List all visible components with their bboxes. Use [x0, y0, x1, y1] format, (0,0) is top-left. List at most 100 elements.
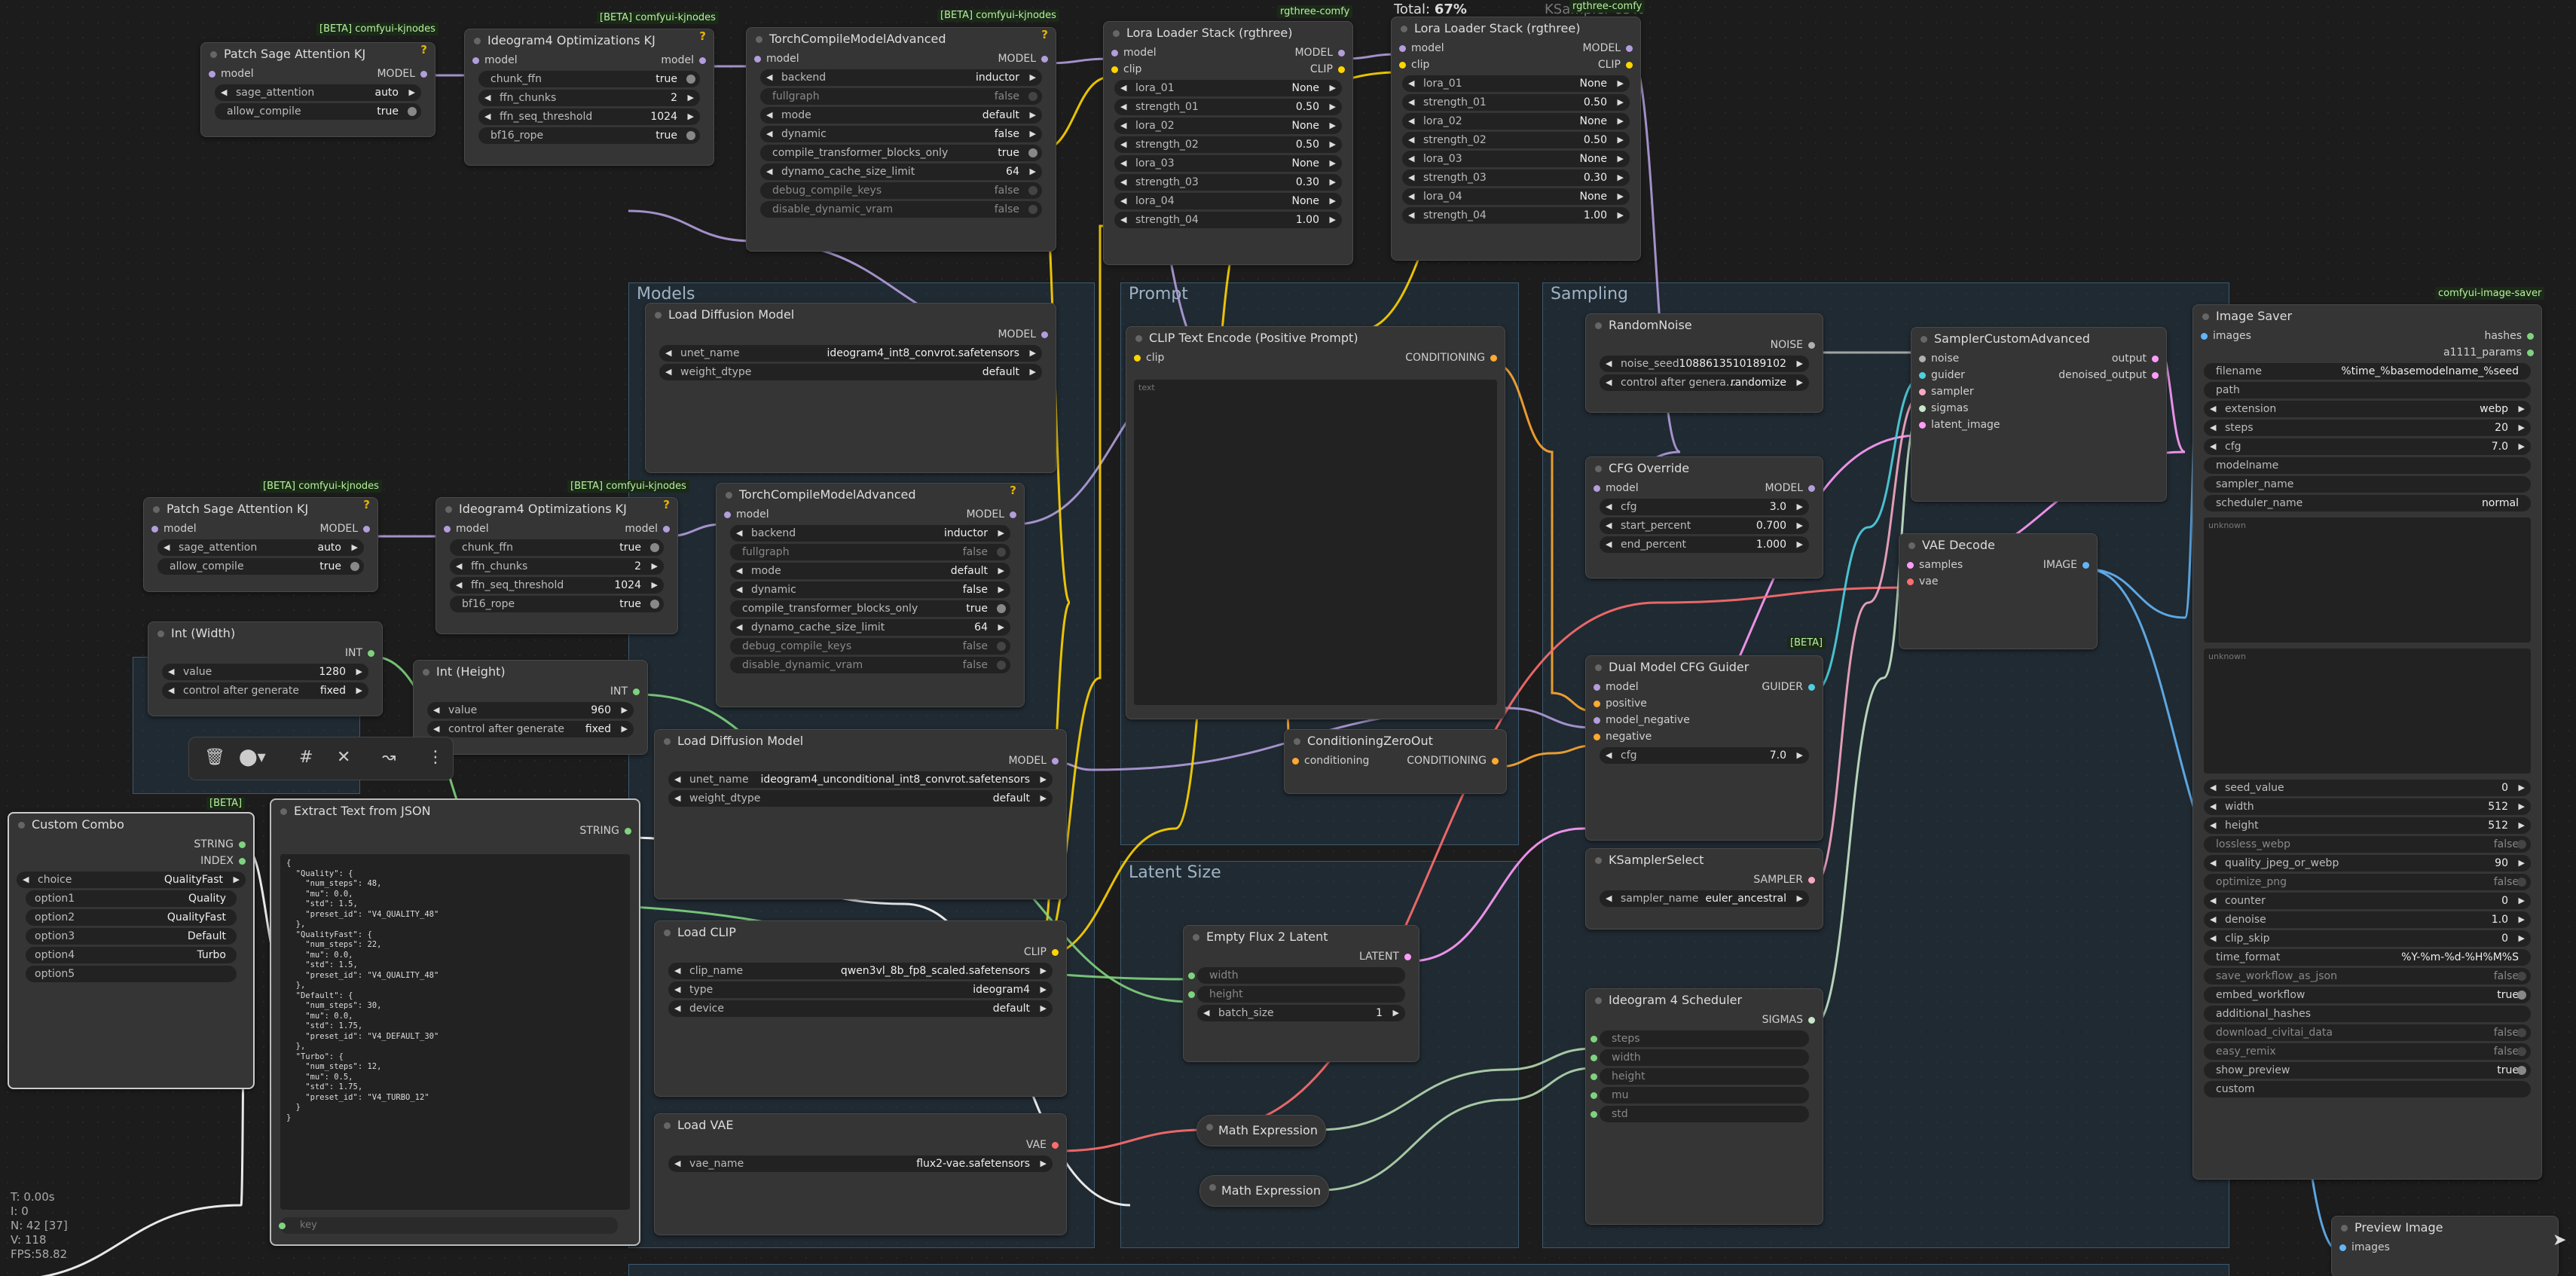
toggle-allow-compile[interactable]: allow_compile true: [215, 103, 421, 120]
input-socket[interactable]: [1919, 389, 1926, 395]
widget-value[interactable]: ◀ value 960 ▶: [427, 702, 634, 719]
widget-strength-04[interactable]: ◀ strength_04 1.00 ▶: [1402, 207, 1630, 224]
widget-show-preview[interactable]: show_preview true: [2204, 1062, 2531, 1079]
widget-control-after-generate[interactable]: ◀ control after generate fixed ▶: [427, 721, 634, 737]
node-torch-compile-advanced[interactable]: TorchCompileModelAdvanced? model MODEL ◀ b…: [716, 483, 1025, 707]
node-load-diffusion-model[interactable]: Load Diffusion Model MODEL ◀ unet_name ide…: [645, 303, 1056, 473]
prompt-text-area[interactable]: text: [1134, 380, 1497, 705]
widget-scheduler-name[interactable]: scheduler_name normal: [2204, 495, 2531, 511]
node-vae-decode[interactable]: VAE Decode samples IMAGE vae: [1899, 533, 2098, 649]
input-socket[interactable]: [472, 57, 479, 64]
input-socket[interactable]: [1907, 562, 1914, 569]
widget-cfg[interactable]: ◀ cfg 7.0 ▶: [1600, 747, 1809, 764]
unknown-text-area[interactable]: unknown: [2204, 517, 2531, 643]
node-ideogram4-optimizations[interactable]: Ideogram4 Optimizations KJ? model model c…: [464, 29, 714, 166]
help-icon[interactable]: ?: [420, 43, 427, 56]
output-socket[interactable]: [1052, 758, 1059, 765]
node-canvas[interactable]: Models Prompt Latent Size Sampling Total…: [0, 0, 2576, 1276]
widget-time-format[interactable]: time_format %Y-%m-%d-%H%M%S: [2204, 949, 2531, 966]
input-width[interactable]: width: [1188, 967, 1405, 984]
json-text-area[interactable]: { "Quality": { "num_steps": 48, "mu": 0.…: [280, 854, 630, 1210]
output-socket[interactable]: [1338, 66, 1345, 73]
output-socket[interactable]: [2082, 562, 2089, 569]
widget-lora-03[interactable]: ◀ lora_03 None ▶: [1114, 155, 1342, 172]
widget-control-after-generate[interactable]: ◀ control after genera... randomize ▶: [1600, 374, 1809, 391]
delete-icon[interactable]: 🗑: [204, 748, 225, 767]
input-option5[interactable]: option5: [26, 966, 237, 982]
widget-lora-01[interactable]: ◀ lora_01 None ▶: [1402, 75, 1630, 92]
toggle-debug-compile-keys[interactable]: debug_compile_keys false: [730, 638, 1010, 655]
input-option2[interactable]: option2 QualityFast: [26, 909, 237, 926]
widget-easy-remix[interactable]: easy_remix false: [2204, 1043, 2531, 1060]
widget-end-percent[interactable]: ◀ end_percent 1.000 ▶: [1600, 536, 1809, 553]
widget-sampler-name[interactable]: ◀ sampler_name euler_ancestral ▶: [1600, 890, 1809, 907]
widget-lora-03[interactable]: ◀ lora_03 None ▶: [1402, 151, 1630, 167]
widget-path[interactable]: path: [2204, 382, 2531, 398]
widget-filename[interactable]: filename %time_%basemodelname_%seed: [2204, 363, 2531, 380]
node-cfg-override[interactable]: CFG Override model MODEL ◀ cfg 3.0 ▶ ◀ start_…: [1585, 456, 1823, 578]
widget-dynamo-cache[interactable]: ◀ dynamo_cache_size_limit 64 ▶: [730, 619, 1010, 636]
widget-height[interactable]: ◀ ▶ height 512: [2204, 817, 2531, 834]
widget-counter[interactable]: ◀ ▶ counter 0: [2204, 893, 2531, 909]
widget-batch-size[interactable]: ◀ batch_size 1 ▶: [1197, 1005, 1405, 1021]
output-socket[interactable]: [663, 526, 670, 533]
input-width[interactable]: width: [1591, 1049, 1809, 1066]
node-empty-flux2-latent[interactable]: Empty Flux 2 Latent LATENT width height …: [1183, 925, 1419, 1062]
widget-weight-dtype[interactable]: ◀ weight_dtype default ▶: [659, 364, 1042, 380]
widget-clip-name[interactable]: ◀ clip_name qwen3vl_8b_fp8_scaled.safetens…: [668, 963, 1053, 979]
widget-noise-seed[interactable]: ◀ noise_seed 1088613510189102 ▶: [1600, 356, 1809, 372]
widget-ffn-seq-threshold[interactable]: ◀ ffn_seq_threshold 1024 ▶: [450, 577, 664, 594]
widget-ffn-seq-threshold[interactable]: ◀ ffn_seq_threshold 1024 ▶: [478, 108, 700, 125]
output-socket[interactable]: [1808, 342, 1815, 349]
node-ideogram4-scheduler[interactable]: Ideogram 4 Scheduler SIGMAS steps width …: [1585, 988, 1823, 1225]
input-option1[interactable]: option1 Quality: [26, 890, 237, 907]
output-socket[interactable]: [699, 57, 706, 64]
widget-dynamo-cache[interactable]: ◀ dynamo_cache_size_limit 64 ▶: [760, 163, 1042, 180]
toggle-compile-blocks-only[interactable]: compile_transformer_blocks_only true: [760, 145, 1042, 161]
widget-lora-02[interactable]: ◀ lora_02 None ▶: [1114, 118, 1342, 134]
node-int-width[interactable]: Int (Width) INT ◀ value 1280 ▶ ◀ control aft…: [148, 621, 383, 716]
key-input[interactable]: key: [279, 1217, 618, 1234]
widget-ffn-chunks[interactable]: ◀ ffn_chunks 2 ▶: [478, 90, 700, 106]
widget-mode[interactable]: ◀ mode default ▶: [760, 107, 1042, 124]
widget-dynamic[interactable]: ◀ dynamic false ▶: [760, 126, 1042, 142]
node-extract-text-from-json[interactable]: Extract Text from JSON STRING { "Quality…: [270, 798, 640, 1246]
input-option3[interactable]: option3 Default: [26, 928, 237, 945]
widget-control-after-generate[interactable]: ◀ control after generate fixed ▶: [162, 682, 368, 699]
node-random-noise[interactable]: RandomNoise NOISE ◀ noise_seed 10886135101…: [1585, 313, 1823, 413]
selection-toolbar[interactable]: 🗑 ⬤▾ # ✕ ↝ ⋮: [188, 737, 454, 780]
input-socket[interactable]: [209, 71, 215, 78]
output-socket[interactable]: [368, 650, 374, 657]
widget-cfg[interactable]: ◀ cfg 3.0 ▶: [1600, 499, 1809, 515]
widget-dynamic[interactable]: ◀ dynamic false ▶: [730, 582, 1010, 598]
input-socket[interactable]: [1399, 45, 1406, 52]
input-steps[interactable]: steps: [1591, 1030, 1809, 1047]
input-socket[interactable]: [151, 526, 158, 533]
widget-cfg[interactable]: ◀ ▶ cfg 7.0: [2204, 438, 2531, 455]
widget-unet-name[interactable]: ◀ unet_name ideogram4_unconditional_int8_c…: [668, 771, 1053, 788]
widget-mode[interactable]: ◀ mode default ▶: [730, 563, 1010, 579]
toggle-chunk-ffn[interactable]: chunk_ffn true: [450, 539, 664, 556]
node-lora-loader-stack[interactable]: Lora Loader Stack (rgthree) model MODEL c…: [1391, 17, 1641, 261]
toggle-bf16-rope[interactable]: bf16_rope true: [478, 127, 700, 144]
widget-sage-attention[interactable]: ◀ sage_attention auto ▶: [157, 539, 364, 556]
toggle-chunk-ffn[interactable]: chunk_ffn true: [478, 71, 700, 87]
node-lora-loader-stack[interactable]: Lora Loader Stack (rgthree) model MODEL c…: [1103, 21, 1353, 265]
widget-width[interactable]: ◀ ▶ width 512: [2204, 798, 2531, 815]
widget-custom[interactable]: custom: [2204, 1081, 2531, 1097]
input-socket[interactable]: [754, 56, 761, 63]
input-socket[interactable]: [1594, 734, 1600, 740]
node-patch-sage-attention[interactable]: Patch Sage Attention KJ? model MODEL ◀ sag…: [143, 497, 378, 592]
input-option4[interactable]: option4 Turbo: [26, 947, 237, 963]
node-ksampler-select[interactable]: KSamplerSelect SAMPLER ◀ sampler_name eule…: [1585, 848, 1823, 930]
input-socket[interactable]: [1292, 758, 1299, 765]
widget-device[interactable]: ◀ device default ▶: [668, 1000, 1053, 1017]
input-socket[interactable]: [1594, 717, 1600, 724]
node-custom-combo[interactable]: Custom Combo STRING INDEX ◀ choice Quality…: [8, 812, 255, 1089]
input-height[interactable]: height: [1188, 986, 1405, 1003]
output-socket[interactable]: [1808, 1017, 1815, 1024]
node-load-clip[interactable]: Load CLIP CLIP ◀ clip_name qwen3vl_8b_fp8_…: [654, 920, 1067, 1097]
output-socket[interactable]: [1492, 758, 1499, 765]
widget-ffn-chunks[interactable]: ◀ ffn_chunks 2 ▶: [450, 558, 664, 575]
widget-choice[interactable]: ◀ choice QualityFast ▶: [17, 872, 246, 888]
